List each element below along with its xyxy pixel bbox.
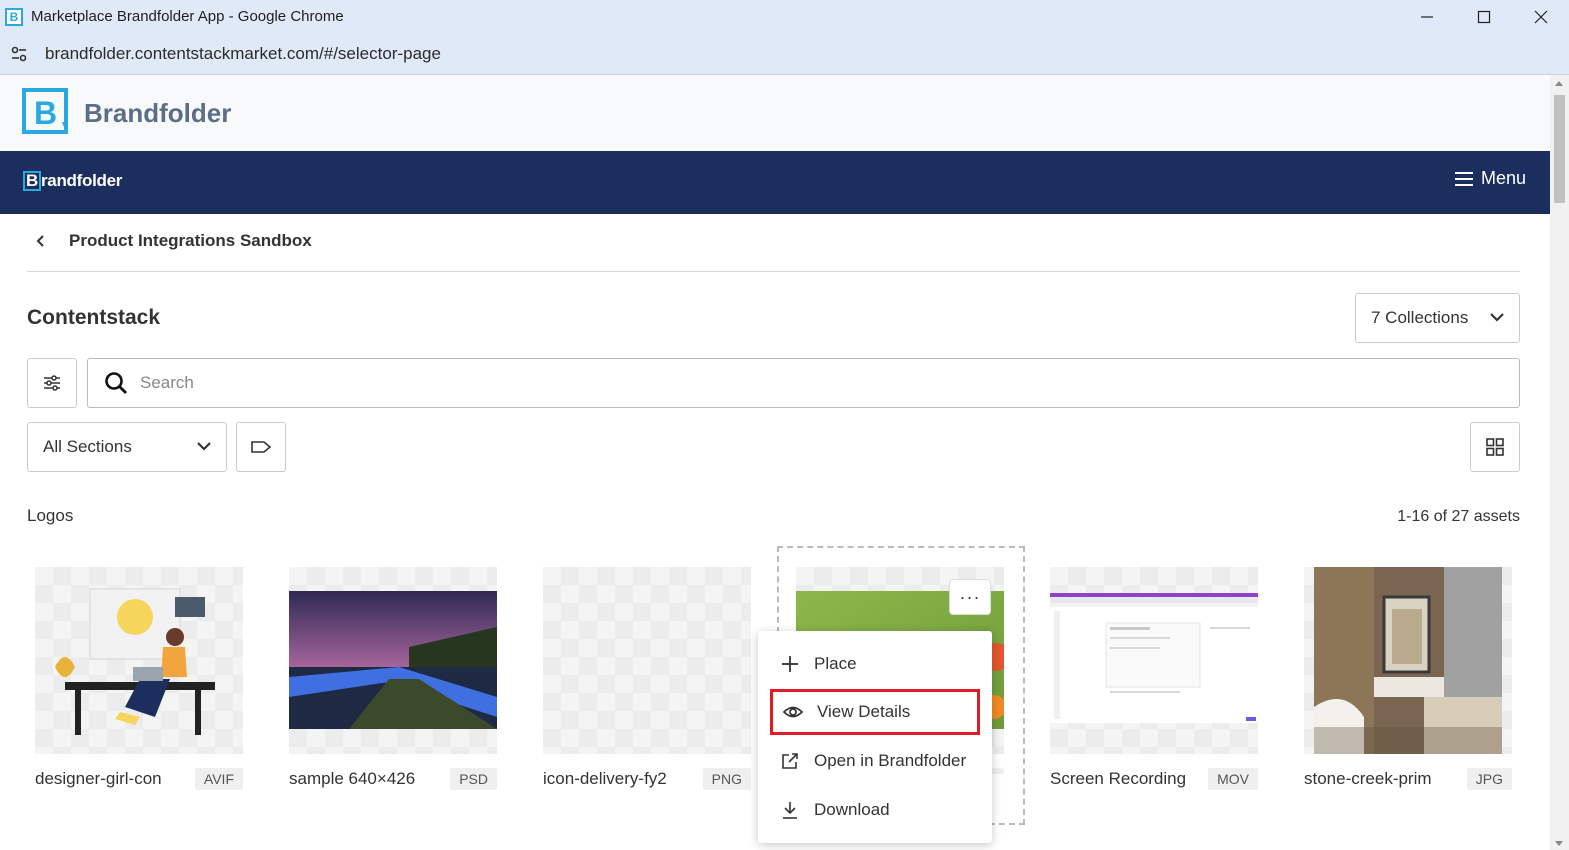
asset-thumbnail[interactable]	[1304, 567, 1512, 754]
tag-icon	[251, 441, 272, 453]
menu-item-place[interactable]: Place	[770, 641, 980, 687]
brandfolder-logo-icon: B	[22, 88, 72, 138]
chevron-down-icon	[197, 442, 211, 451]
menu-item-label: Download	[814, 800, 890, 819]
file-type-badge: PSD	[450, 768, 497, 790]
asset-name: Screen Recording	[1050, 769, 1187, 788]
asset-card[interactable]: stone-creek-prim JPG	[1304, 567, 1512, 790]
breadcrumb-label[interactable]: Product Integrations Sandbox	[69, 231, 312, 251]
nav-brand[interactable]: Brandfolder	[23, 171, 122, 191]
vertical-scrollbar[interactable]	[1550, 75, 1569, 850]
asset-thumbnail[interactable]	[35, 567, 243, 754]
asset-card[interactable]: icon-delivery-fy2 PNG	[543, 567, 751, 790]
grid-view-button[interactable]	[1470, 422, 1520, 472]
app-favicon-icon: B	[5, 7, 23, 26]
page-content: B Brandfolder Brandfolder Menu Product I…	[0, 75, 1550, 850]
breadcrumb[interactable]: Product Integrations Sandbox	[27, 231, 312, 251]
svg-text:B: B	[34, 95, 57, 131]
asset-thumbnail[interactable]	[1050, 567, 1258, 754]
menu-button[interactable]: Menu	[1454, 168, 1526, 189]
scroll-up-icon[interactable]	[1555, 81, 1563, 86]
file-type-badge: PNG	[702, 768, 751, 790]
divider	[27, 271, 1520, 272]
asset-thumbnail[interactable]	[543, 567, 751, 754]
hamburger-icon	[1454, 171, 1473, 186]
eye-icon	[783, 706, 803, 718]
asset-context-menu: Place View Details Open in Brandfolder D…	[758, 631, 992, 843]
asset-name: icon-delivery-fy2	[543, 769, 667, 788]
collections-label: 7 Collections	[1371, 308, 1469, 327]
menu-item-download[interactable]: Download	[770, 787, 980, 833]
chevron-down-icon	[1490, 313, 1504, 322]
menu-item-label: Place	[814, 654, 857, 673]
asset-name: sample 640×426	[289, 769, 416, 788]
menu-label: Menu	[1480, 168, 1526, 188]
grid-icon	[1486, 438, 1504, 456]
browser-title-bar: B Marketplace Brandfolder App - Google C…	[0, 0, 1569, 33]
asset-thumbnail[interactable]	[289, 567, 497, 754]
asset-card[interactable]: sample 640×426 PSD	[289, 567, 497, 790]
asset-name: stone-creek-prim	[1304, 769, 1432, 788]
menu-item-view-details[interactable]: View Details	[770, 689, 980, 735]
menu-item-open-in-brandfolder[interactable]: Open in Brandfolder	[770, 738, 980, 784]
asset-card[interactable]: designer-girl-con AVIF	[35, 567, 243, 790]
search-box[interactable]	[87, 358, 1520, 408]
file-type-badge: MOV	[1208, 768, 1258, 790]
menu-item-label: View Details	[817, 702, 911, 721]
app-logo-text: Brandfolder	[84, 97, 232, 128]
page-title: Contentstack	[27, 306, 161, 329]
sections-dropdown[interactable]: All Sections	[27, 422, 227, 472]
app-header: B Brandfolder	[0, 75, 1550, 151]
search-icon	[105, 372, 127, 394]
collections-dropdown[interactable]: 7 Collections	[1355, 293, 1520, 343]
scrollbar-thumb[interactable]	[1554, 95, 1565, 203]
external-link-icon	[782, 753, 798, 769]
label-tag-button[interactable]	[236, 422, 286, 472]
asset-card[interactable]: Screen Recording MOV	[1050, 567, 1258, 790]
file-type-badge: AVIF	[194, 768, 243, 790]
sliders-icon	[44, 375, 60, 391]
download-icon	[783, 802, 797, 819]
chevron-left-icon[interactable]	[35, 235, 47, 247]
address-bar[interactable]: brandfolder.contentstackmarket.com/#/sel…	[0, 33, 1569, 75]
close-icon[interactable]	[1512, 0, 1569, 33]
search-input[interactable]	[140, 373, 1440, 393]
filter-button[interactable]	[27, 358, 77, 408]
plus-icon	[782, 656, 798, 672]
section-group-label: Logos	[27, 506, 74, 525]
asset-name: designer-girl-con	[35, 769, 162, 788]
asset-count: 1-16 of 27 assets	[1397, 508, 1520, 525]
minimize-icon[interactable]	[1398, 0, 1455, 33]
window-title: Marketplace Brandfolder App - Google Chr…	[31, 8, 344, 25]
more-options-button[interactable]: ···	[949, 579, 991, 615]
menu-item-label: Open in Brandfolder	[814, 751, 967, 770]
sections-label: All Sections	[43, 437, 132, 456]
file-type-badge: JPG	[1466, 768, 1512, 790]
maximize-icon[interactable]	[1455, 0, 1512, 33]
site-settings-icon[interactable]	[9, 44, 29, 64]
scroll-down-icon[interactable]	[1555, 841, 1563, 846]
url-text[interactable]: brandfolder.contentstackmarket.com/#/sel…	[45, 44, 441, 64]
top-navbar: Brandfolder Menu	[0, 151, 1550, 214]
